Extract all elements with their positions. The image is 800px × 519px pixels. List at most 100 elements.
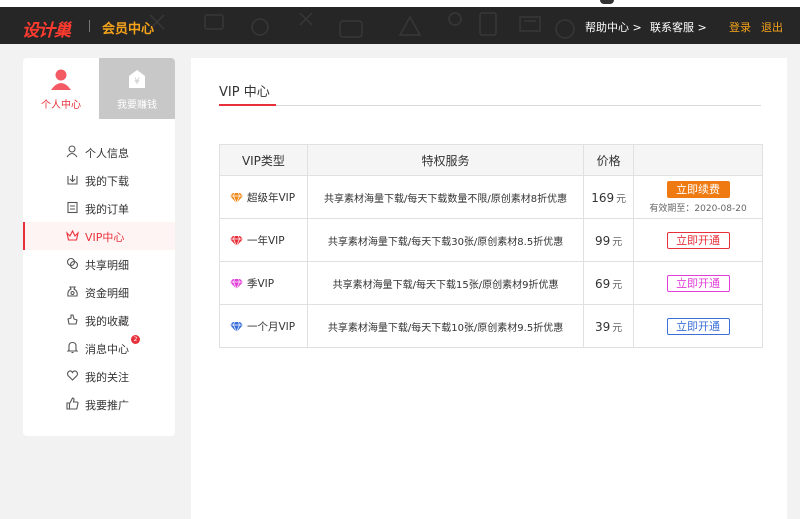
sidebar-item-orders[interactable]: 我的订单 [23, 194, 175, 222]
sidebar-item-label: 资金明细 [85, 287, 129, 300]
diamond-icon [230, 321, 243, 332]
action-cell: 立即续费 有效期至：2020-08-20 [633, 175, 763, 219]
title-divider [219, 105, 761, 106]
price-cell: 39 元 [583, 304, 635, 348]
sidebar-item-label: 我的关注 [85, 371, 129, 384]
price-cell: 99 元 [583, 218, 635, 262]
vip-name: 超级年VIP [247, 191, 296, 204]
vip-name: 一个月VIP [247, 320, 296, 333]
vip-type-cell: 季VIP [219, 261, 308, 305]
customer-service-link[interactable]: 联系客服 > [650, 19, 707, 35]
price-cell: 169 元 [583, 175, 635, 219]
page-title: VIP 中心 [219, 85, 270, 100]
sidebar-item-label: 我的订单 [85, 203, 129, 216]
sidebar-item-vip-center[interactable]: VIP中心 [23, 222, 175, 250]
table-row: 超级年VIP 共享素材海量下载/每天下载数量不限/原创素材8折优惠 169 元 立… [219, 175, 763, 219]
bell-icon [66, 341, 79, 354]
vip-name: 季VIP [247, 277, 275, 290]
vip-name: 一年VIP [247, 234, 285, 247]
price-unit: 元 [616, 193, 627, 205]
star-hand-icon [67, 314, 78, 325]
column-header: VIP类型 [219, 144, 308, 176]
sidebar-item-label: 个人信息 [85, 147, 129, 160]
tab-personal-center[interactable]: 个人中心 [23, 58, 99, 119]
sidebar-item-profile[interactable]: 个人信息 [23, 138, 175, 166]
help-center-link[interactable]: 帮助中心 > [585, 19, 642, 35]
sidebar-item-favorites[interactable]: 我的收藏 [23, 306, 175, 334]
price-value: 169 [591, 190, 615, 205]
table-header-row: VIP类型 特权服务 价格 [219, 144, 763, 176]
main-panel: VIP 中心 VIP类型 特权服务 价格 超级年VIP 共享素材海量下载/每天下… [191, 58, 787, 519]
table-row: 一个月VIP 共享素材海量下载/每天下载10张/原创素材9.5折优惠 39 元 立… [219, 304, 763, 348]
price-cell: 69 元 [583, 261, 635, 305]
message-badge: 2 [131, 335, 140, 344]
action-cell: 立即开通 [633, 218, 763, 262]
column-header: 特权服务 [306, 144, 585, 176]
diamond-icon [230, 192, 243, 203]
sidebar-item-following[interactable]: 我的关注 [23, 362, 175, 390]
header-bar: 设计巢 会员中心 帮助中心 > 联系客服 > 登录 退出 [0, 7, 800, 44]
price-value: 39 [595, 319, 611, 334]
page-subtitle: 会员中心 [102, 22, 155, 37]
service-cell: 共享素材海量下载/每天下载30张/原创素材8.5折优惠 [306, 218, 585, 262]
table-row: 季VIP 共享素材海量下载/每天下载15张/原创素材9折优惠 69 元 立即开通 [219, 261, 763, 305]
tab-earn-money[interactable]: ¥ 我要赚钱 [99, 58, 175, 119]
sidebar-item-messages[interactable]: 消息中心 2 [23, 334, 175, 362]
open-annual-vip-button[interactable]: 立即开通 [666, 231, 730, 249]
sidebar-item-downloads[interactable]: 我的下载 [23, 166, 175, 194]
column-header: 价格 [583, 144, 635, 176]
sidebar-item-label: VIP中心 [85, 231, 125, 244]
service-cell: 共享素材海量下载/每天下载10张/原创素材9.5折优惠 [306, 304, 585, 348]
yen-house-icon: ¥ [129, 70, 145, 88]
service-cell: 共享素材海量下载/每天下载数量不限/原创素材8折优惠 [306, 175, 585, 219]
sidebar: 个人中心 ¥ 我要赚钱 个人信息 我的下载 我的订单 VIP中心 共享明细 资金… [23, 58, 175, 436]
action-cell: 立即开通 [633, 261, 763, 305]
heart-icon [66, 370, 79, 381]
tab-label: 个人中心 [41, 100, 81, 111]
share-icon [66, 257, 79, 270]
price-value: 99 [595, 233, 611, 248]
sidebar-item-label: 消息中心 [85, 343, 129, 356]
sidebar-item-label: 我的收藏 [85, 315, 129, 328]
price-unit: 元 [612, 322, 623, 334]
sidebar-item-label: 我要推广 [85, 399, 129, 412]
money-bag-icon [67, 286, 78, 297]
service-cell: 共享素材海量下载/每天下载15张/原创素材9折优惠 [306, 261, 585, 305]
vip-type-cell: 一年VIP [219, 218, 308, 262]
expiry-date: 有效期至：2020-08-20 [649, 203, 747, 214]
tab-label: 我要赚钱 [117, 100, 157, 111]
sidebar-item-share-details[interactable]: 共享明细 [23, 250, 175, 278]
order-icon [67, 201, 78, 214]
top-strip [0, 0, 800, 7]
action-cell: 立即开通 [633, 304, 763, 348]
vip-type-cell: 超级年VIP [219, 175, 308, 219]
renew-button[interactable]: 立即续费 [666, 180, 730, 198]
table-row: 一年VIP 共享素材海量下载/每天下载30张/原创素材8.5折优惠 99 元 立即… [219, 218, 763, 262]
download-icon [67, 175, 78, 185]
site-logo[interactable]: 设计巢 [22, 16, 71, 41]
top-notch [600, 0, 614, 4]
diamond-icon [230, 278, 243, 289]
price-value: 69 [595, 276, 611, 291]
crown-icon [66, 229, 79, 241]
logo-divider [89, 20, 90, 32]
price-unit: 元 [612, 236, 623, 248]
thumbs-up-icon [66, 397, 79, 410]
sidebar-item-promote[interactable]: 我要推广 [23, 390, 175, 418]
price-unit: 元 [612, 279, 623, 291]
sidebar-item-fund-details[interactable]: 资金明细 [23, 278, 175, 306]
title-underline [219, 104, 276, 106]
logout-link[interactable]: 退出 [761, 19, 783, 35]
open-month-vip-button[interactable]: 立即开通 [666, 317, 730, 335]
user-outline-icon [66, 145, 78, 158]
login-link[interactable]: 登录 [729, 19, 751, 35]
column-header [633, 144, 763, 176]
vip-type-cell: 一个月VIP [219, 304, 308, 348]
svg-text:¥: ¥ [134, 77, 140, 87]
sidebar-item-label: 我的下载 [85, 175, 129, 188]
open-quarter-vip-button[interactable]: 立即开通 [666, 274, 730, 292]
vip-table: VIP类型 特权服务 价格 超级年VIP 共享素材海量下载/每天下载数量不限/原… [219, 144, 763, 348]
diamond-icon [230, 235, 243, 246]
user-icon [51, 69, 71, 90]
sidebar-item-label: 共享明细 [85, 259, 129, 272]
